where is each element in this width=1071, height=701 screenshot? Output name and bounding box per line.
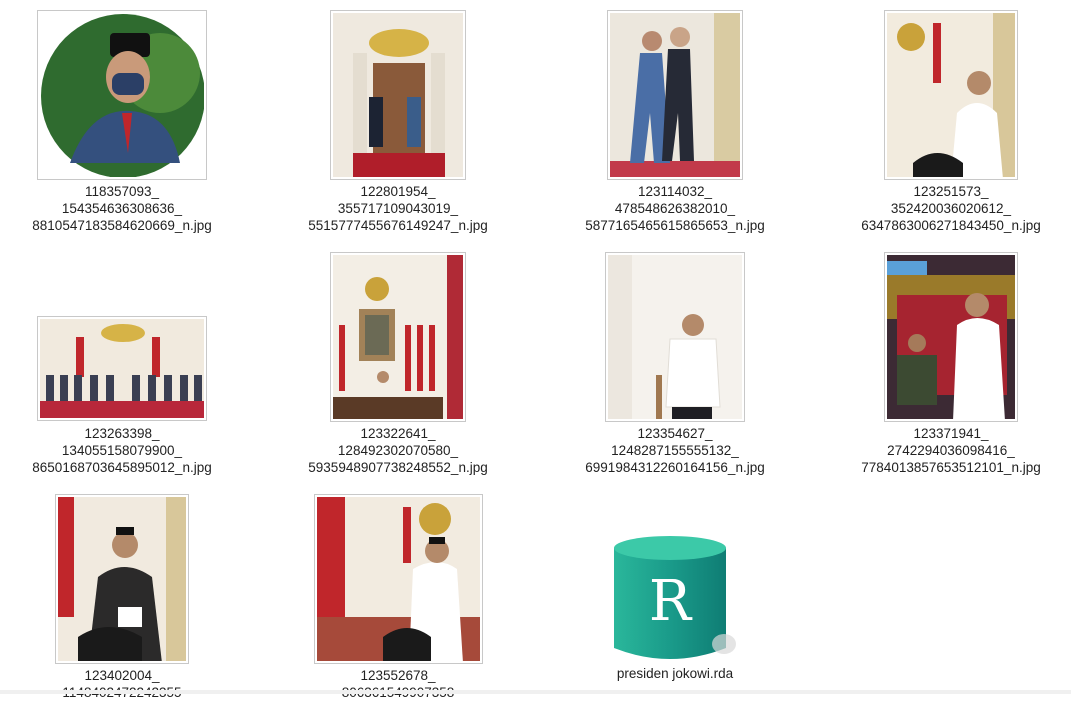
file-name: 118357093_ 154354636308636_ 88105471835846… bbox=[32, 184, 212, 233]
file-name: 123402004_1148402472242355 bbox=[62, 668, 181, 700]
photo-thumbnail[interactable] bbox=[37, 316, 207, 421]
file-name: 123251573_ 352420036020612_ 63478630062718… bbox=[861, 184, 1041, 233]
file-name: 123322641_ 128492302070580_ 59359489077382… bbox=[308, 426, 488, 475]
photo-thumbnail[interactable] bbox=[330, 10, 466, 180]
photo-thumbnail[interactable] bbox=[55, 494, 189, 664]
file-name: 123552678_806361549907358 bbox=[342, 668, 455, 700]
window-bottom-edge bbox=[0, 690, 1071, 694]
photo-thumbnail[interactable] bbox=[884, 252, 1018, 422]
file-name: 123354627_ 1248287155555132_ 6991984312260… bbox=[585, 426, 765, 475]
file-name: 123263398_ 134055158079900_ 86501687036458… bbox=[32, 426, 212, 475]
photo-thumbnail[interactable] bbox=[330, 252, 466, 422]
file-name: 123371941_ 2742294036098416_ 7784013857653… bbox=[861, 426, 1041, 475]
file-name: 122801954_ 355717109043019_ 55157774556761… bbox=[308, 184, 488, 233]
photo-thumbnail[interactable] bbox=[37, 10, 207, 180]
photo-thumbnail[interactable] bbox=[314, 494, 483, 664]
file-name: presiden jokowi.rda bbox=[616, 666, 734, 681]
photo-thumbnail[interactable] bbox=[605, 252, 745, 422]
file-name: 123114032_ 478548626382010_ 58771654656158… bbox=[585, 184, 765, 233]
photo-thumbnail[interactable] bbox=[884, 10, 1018, 180]
r-data-file-icon[interactable]: R bbox=[606, 532, 736, 664]
photo-thumbnail[interactable] bbox=[607, 10, 743, 180]
svg-text:R: R bbox=[649, 569, 693, 634]
